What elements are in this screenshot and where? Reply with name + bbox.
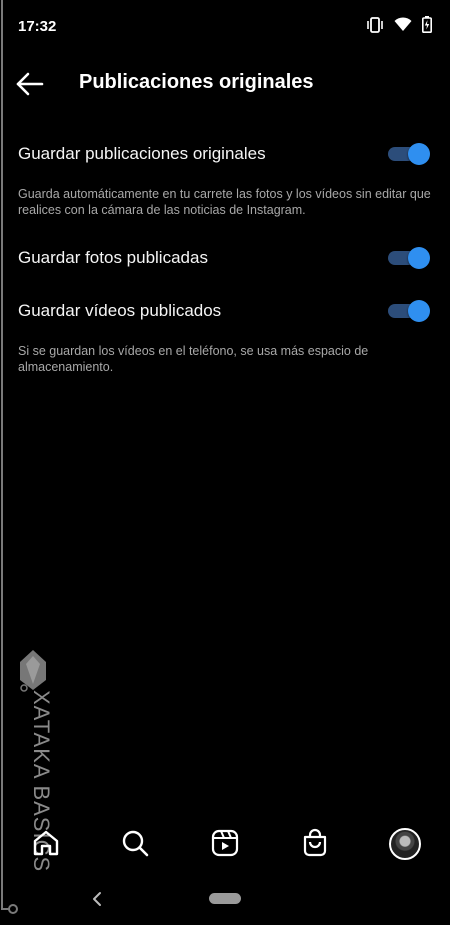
save-originals-toggle[interactable] — [388, 142, 430, 166]
shop-icon — [303, 828, 327, 857]
toggle-thumb — [408, 143, 430, 165]
page-title: Publicaciones originales — [79, 71, 314, 93]
toggle-thumb — [408, 300, 430, 322]
watermark-text: XATAKA BASICS — [29, 690, 54, 873]
nav-home[interactable] — [31, 828, 61, 858]
setting-label: Guardar publicaciones originales — [18, 144, 266, 163]
reels-icon — [211, 829, 239, 857]
save-videos-toggle[interactable] — [388, 299, 430, 323]
system-nav — [0, 880, 450, 925]
chevron-left-icon — [93, 892, 101, 906]
setting-description: Si se guardan los vídeos en el teléfono,… — [18, 344, 369, 374]
setting-row-save-videos[interactable]: Guardar vídeos publicados — [18, 294, 432, 328]
bottom-nav — [0, 818, 450, 872]
save-photos-toggle[interactable] — [388, 246, 430, 270]
setting-row-save-photos[interactable]: Guardar fotos publicadas — [18, 241, 432, 275]
system-home-pill[interactable] — [209, 893, 241, 904]
wifi-icon — [394, 17, 412, 32]
vibrate-icon — [366, 16, 384, 33]
setting-row-save-originals[interactable]: Guardar publicaciones originales — [18, 137, 432, 171]
home-icon — [33, 830, 59, 856]
battery-icon — [422, 16, 432, 33]
setting-label: Guardar fotos publicadas — [18, 248, 208, 267]
back-button[interactable] — [14, 68, 46, 100]
nav-search[interactable] — [120, 828, 150, 858]
system-back-button[interactable] — [88, 889, 108, 909]
status-time: 17:32 — [18, 18, 57, 35]
status-icons — [366, 16, 432, 33]
setting-description: Guarda automáticamente en tu carrete las… — [18, 187, 431, 217]
status-bar: 17:32 — [0, 0, 450, 52]
setting-label: Guardar vídeos publicados — [18, 301, 222, 320]
watermark-line — [1, 0, 3, 910]
xataka-logo-icon — [20, 650, 46, 692]
profile-avatar[interactable] — [389, 828, 421, 860]
nav-reels[interactable] — [210, 828, 240, 858]
arrow-left-icon — [16, 72, 44, 96]
search-icon — [122, 830, 149, 857]
header: Publicaciones originales — [0, 58, 450, 110]
toggle-thumb — [408, 247, 430, 269]
nav-shop[interactable] — [300, 828, 330, 858]
